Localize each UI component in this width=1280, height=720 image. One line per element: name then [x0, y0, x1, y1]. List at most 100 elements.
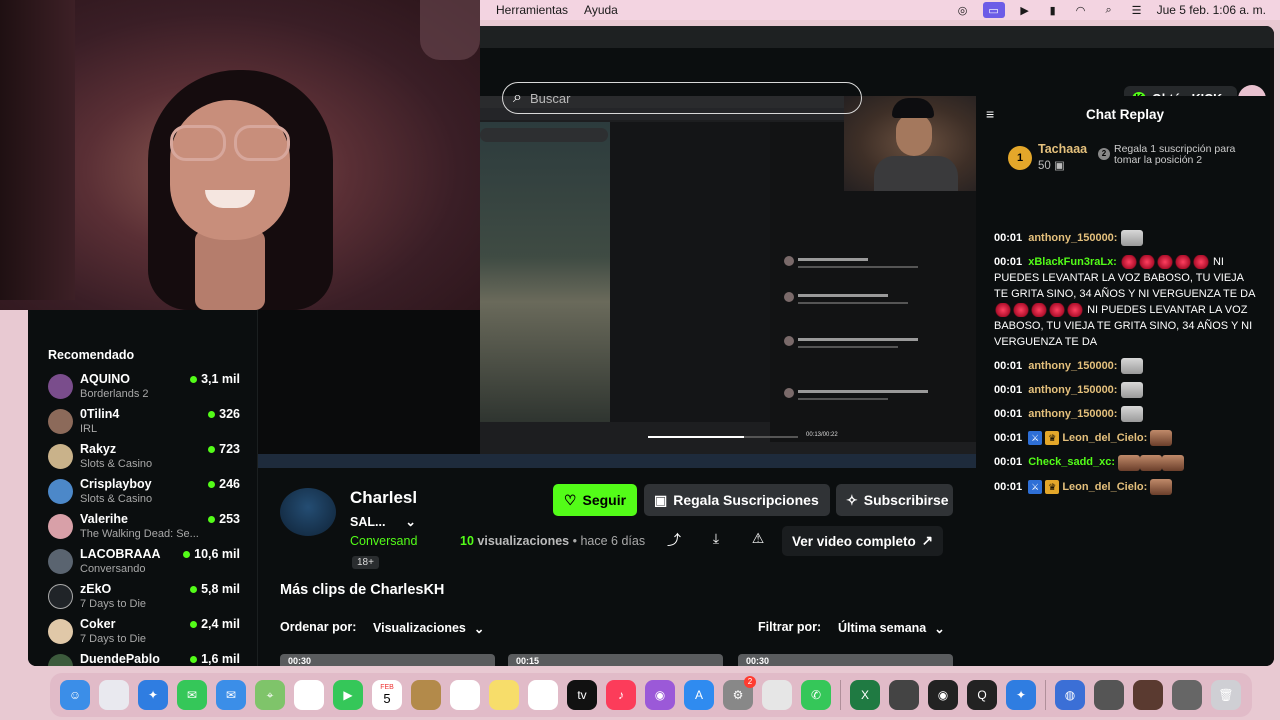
full-video-button[interactable]: Ver video completo ↗	[782, 526, 944, 556]
live-dot-icon	[208, 515, 216, 523]
face-emote-icon	[1162, 454, 1185, 471]
music-icon[interactable]: ♪	[606, 680, 636, 710]
contacts-icon[interactable]	[411, 680, 441, 710]
channel-name: AQUINO	[80, 372, 130, 386]
sidebar-channel[interactable]: Rakyz Slots & Casino 723	[48, 442, 248, 474]
clip-channel-name[interactable]: Charlesl	[350, 488, 420, 508]
filter-select[interactable]: Última semana ⌄	[828, 614, 955, 642]
sidebar-channel[interactable]: zEkO 7 Days to Die 5,8 mil	[48, 582, 248, 614]
mail-icon[interactable]: ✉	[216, 680, 246, 710]
menu-herramientas[interactable]: Herramientas	[496, 3, 568, 17]
sidebar-channel[interactable]: Valerihe The Walking Dead: Se... 253	[48, 512, 248, 544]
red-emote-icon	[1137, 255, 1156, 270]
channel-avatar	[48, 584, 73, 609]
video-scene	[610, 122, 770, 422]
video-time: 00:13/00:22	[806, 432, 838, 438]
share-icon[interactable]: ⤴	[664, 530, 684, 550]
clip-thumbnail[interactable]: 00:30	[280, 654, 495, 666]
video-progress-bar[interactable]	[648, 436, 798, 438]
browser-titlebar	[480, 26, 1274, 48]
message-user[interactable]: Check_sadd_xc:	[1028, 456, 1115, 468]
wifi-icon[interactable]: ◠	[1073, 4, 1089, 17]
clip-thumbnail[interactable]: 00:15	[508, 654, 723, 666]
recent-photo-icon[interactable]	[1133, 680, 1163, 710]
live-dot-icon	[190, 585, 198, 593]
channel-viewers: 5,8 mil	[190, 582, 240, 596]
apple-tv-icon[interactable]: tv	[567, 680, 597, 710]
screen-capture-icon[interactable]	[889, 680, 919, 710]
creative-cloud-icon[interactable]: ◎	[955, 4, 971, 17]
clip-thumbnail[interactable]: 00:30	[738, 654, 953, 666]
subscribe-button[interactable]: ✧ Subscribirse	[836, 484, 953, 516]
safari-icon[interactable]: ✦	[138, 680, 168, 710]
screen-record-icon[interactable]: ▭	[982, 2, 1005, 18]
video-progress-fill	[648, 436, 744, 438]
app-store-icon[interactable]: A	[684, 680, 714, 710]
maps-icon[interactable]: ⌖	[255, 680, 285, 710]
sort-select[interactable]: Visualizaciones ⌄	[363, 614, 494, 642]
message-user[interactable]: xBlackFun3raLx:	[1028, 256, 1117, 268]
menu-clock[interactable]: Jue 5 feb. 1:06 a. m.	[1157, 3, 1266, 17]
calendar-icon[interactable]: FEB 5	[372, 680, 402, 710]
viewer-count: 3,1 mil	[201, 372, 240, 386]
video-comment-avatar	[784, 256, 794, 266]
photos-icon[interactable]	[294, 680, 324, 710]
excel-icon[interactable]: X	[850, 680, 880, 710]
sidebar-channel[interactable]: 0Tilin4 IRL 326	[48, 407, 248, 439]
reminders-icon[interactable]	[450, 680, 480, 710]
battery-icon[interactable]: ▮	[1045, 4, 1061, 17]
downloads-icon[interactable]	[1094, 680, 1124, 710]
finder-icon[interactable]: ☺	[60, 680, 90, 710]
sidebar-channel[interactable]: LACOBRAAA Conversando 10,6 mil	[48, 547, 248, 579]
gifter-username[interactable]: Tachaaa	[1038, 142, 1087, 156]
sidebar-channel[interactable]: DuendePablo 1,6 mil	[48, 652, 248, 666]
notes-icon[interactable]	[489, 680, 519, 710]
sidebar-channel[interactable]: Crisplayboy Slots & Casino 246	[48, 477, 248, 509]
control-center-icon[interactable]: ☰	[1129, 4, 1145, 17]
message-user[interactable]: anthony_150000:	[1028, 408, 1117, 420]
search-input[interactable]: ⌕ Buscar	[502, 82, 862, 114]
collapse-chat-icon[interactable]: ≡	[986, 106, 994, 122]
safari-alt-icon[interactable]: ✦	[1006, 680, 1036, 710]
podcasts-icon[interactable]: ◉	[645, 680, 675, 710]
menu-ayuda[interactable]: Ayuda	[584, 3, 618, 17]
utility-app-icon[interactable]	[762, 680, 792, 710]
message-user[interactable]: Leon_del_Cielo:	[1062, 481, 1147, 493]
follow-button[interactable]: ♡ Seguir	[553, 484, 637, 516]
chevron-down-icon[interactable]: ⌄	[405, 514, 415, 529]
report-icon[interactable]: ⚠	[748, 530, 768, 547]
message-user[interactable]: anthony_150000:	[1028, 232, 1117, 244]
download-icon[interactable]: ⤓	[706, 530, 726, 547]
play-icon[interactable]: ▶	[1017, 4, 1033, 17]
clip-title[interactable]: SAL... ⌄	[350, 514, 416, 530]
clip-category[interactable]: Conversand	[350, 534, 417, 548]
obs-icon[interactable]: ◉	[928, 680, 958, 710]
launchpad-icon[interactable]	[99, 680, 129, 710]
facetime-icon[interactable]: ▶	[333, 680, 363, 710]
channel-name: Valerihe	[80, 512, 128, 526]
gift-subs-button[interactable]: ▣ Regala Suscripciones	[644, 484, 830, 516]
mac-menu-bar: Herramientas Ayuda ◎ ▭ ▶ ▮ ◠ ⌕ ☰ Jue 5 f…	[480, 0, 1280, 20]
quicktime-icon[interactable]: Q	[967, 680, 997, 710]
gifter-promo-text[interactable]: Regala 1 suscripción para tomar la posic…	[1114, 144, 1264, 166]
cat-emote-icon	[1120, 382, 1143, 399]
message-time: 00:01	[994, 232, 1023, 244]
message-user[interactable]: Leon_del_Cielo:	[1062, 432, 1147, 444]
trash-icon[interactable]: 🗑	[1211, 680, 1241, 710]
red-emote-icon	[994, 303, 1012, 318]
channel-avatar-large[interactable]	[280, 488, 336, 536]
search-icon[interactable]: ⌕	[1101, 4, 1117, 16]
globe-icon[interactable]: ◍	[1055, 680, 1085, 710]
message-user[interactable]: anthony_150000:	[1028, 384, 1117, 396]
sort-label: Ordenar por:	[280, 620, 357, 634]
sidebar-channel[interactable]: AQUINO Borderlands 2 3,1 mil	[48, 372, 248, 404]
settings-icon[interactable]: ⚙ 2	[723, 676, 756, 710]
message-time: 00:01	[994, 456, 1023, 469]
video-comment-line	[798, 258, 868, 261]
whatsapp-icon[interactable]: ✆	[801, 680, 831, 710]
messages-icon[interactable]: ✉	[177, 680, 207, 710]
recent-screenshot-icon[interactable]	[1172, 680, 1202, 710]
freeform-icon[interactable]	[528, 680, 558, 710]
message-user[interactable]: anthony_150000:	[1028, 360, 1117, 372]
sidebar-channel[interactable]: Coker 7 Days to Die 2,4 mil	[48, 617, 248, 649]
